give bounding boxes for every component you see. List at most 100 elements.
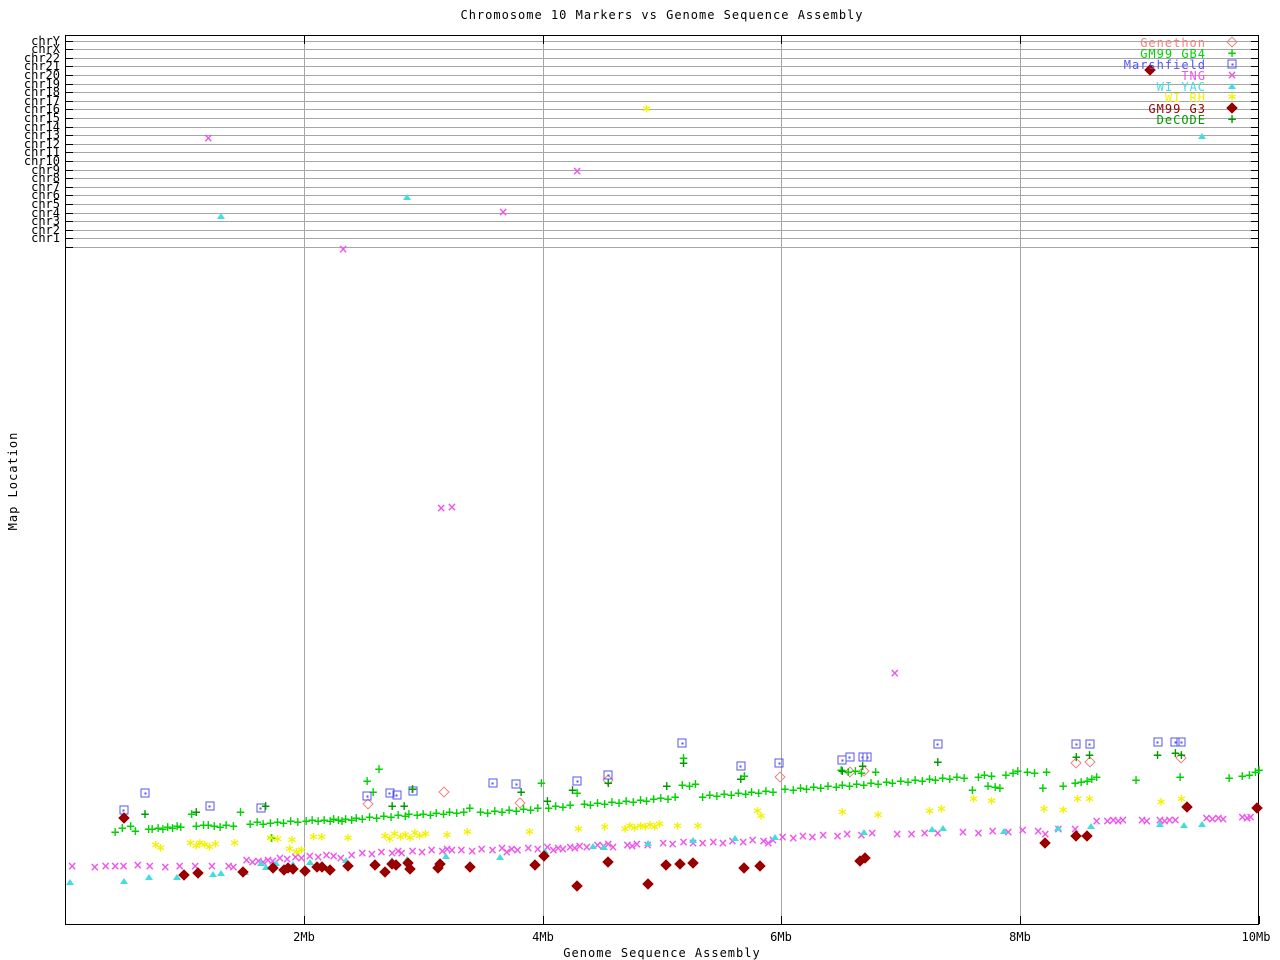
data-point xyxy=(736,761,746,771)
data-point: × xyxy=(607,840,619,854)
data-point: × xyxy=(132,858,143,872)
data-point: + xyxy=(532,801,543,815)
data-point xyxy=(933,739,943,749)
data-point: × xyxy=(498,205,509,219)
data-point: × xyxy=(1245,810,1256,824)
data-point xyxy=(217,870,226,876)
data-point: + xyxy=(1058,779,1069,793)
data-point: × xyxy=(747,833,758,847)
data-point: * xyxy=(297,842,306,862)
data-point: * xyxy=(1085,791,1094,811)
data-point xyxy=(1179,822,1188,828)
legend-label: DeCODE xyxy=(1156,113,1206,127)
data-point: × xyxy=(338,242,349,256)
data-point xyxy=(588,843,597,849)
data-point xyxy=(599,844,608,850)
data-point xyxy=(774,758,784,768)
x-tick-label: 2Mb xyxy=(293,930,315,944)
data-point xyxy=(1197,133,1206,139)
data-point: + xyxy=(690,777,701,791)
legend-symbol: + xyxy=(1226,112,1238,126)
data-point: × xyxy=(160,860,171,874)
data-point: * xyxy=(655,816,664,836)
data-point xyxy=(144,874,153,880)
data-point: * xyxy=(937,801,946,821)
x-tick-label: 6Mb xyxy=(770,930,792,944)
data-point: + xyxy=(1224,771,1235,785)
data-point: + xyxy=(767,785,779,799)
data-point: × xyxy=(144,859,155,873)
data-point: * xyxy=(673,818,682,838)
data-point: × xyxy=(892,827,903,841)
data-point: × xyxy=(832,829,843,843)
data-point: × xyxy=(1017,823,1028,837)
data-point: × xyxy=(973,826,984,840)
data-point: + xyxy=(1175,770,1186,784)
data-point: + xyxy=(603,776,614,790)
data-point: * xyxy=(838,804,847,824)
data-point: × xyxy=(206,859,217,873)
legend-symbol xyxy=(1228,83,1236,89)
data-point: * xyxy=(156,840,165,860)
data-point: + xyxy=(1152,748,1163,762)
legend-symbol: + xyxy=(1226,46,1238,60)
data-point: + xyxy=(542,794,553,808)
data-point xyxy=(140,788,150,798)
data-point: + xyxy=(1071,750,1082,764)
data-point xyxy=(488,778,497,788)
data-point: + xyxy=(565,798,576,812)
data-point: * xyxy=(925,803,934,823)
data-point: + xyxy=(1091,770,1102,784)
data-point xyxy=(1086,823,1095,829)
data-point: + xyxy=(464,801,475,815)
data-point: × xyxy=(426,843,437,857)
data-point: + xyxy=(387,799,398,813)
data-point: + xyxy=(661,779,672,793)
data-point xyxy=(689,837,697,843)
data-point: * xyxy=(574,821,583,841)
data-point: + xyxy=(1084,748,1095,762)
data-point: × xyxy=(1117,813,1128,827)
data-point: + xyxy=(191,805,202,819)
data-point: + xyxy=(1041,765,1052,779)
data-point: + xyxy=(235,805,246,819)
data-point: * xyxy=(343,830,353,850)
data-point: + xyxy=(735,772,746,786)
data-point: × xyxy=(957,825,968,839)
data-point: * xyxy=(309,829,318,849)
data-point xyxy=(845,752,854,762)
data-point: × xyxy=(818,828,829,842)
data-point: + xyxy=(516,785,527,799)
data-point: + xyxy=(678,756,689,770)
data-point: * xyxy=(693,818,702,838)
data-point: × xyxy=(572,164,583,178)
figure: Chromosome 10 Markers vs Genome Sequence… xyxy=(0,0,1280,960)
data-point xyxy=(217,213,226,219)
data-point: × xyxy=(89,860,100,874)
data-point: × xyxy=(889,666,900,680)
data-point xyxy=(1054,825,1063,831)
data-point: × xyxy=(118,859,129,873)
data-point xyxy=(1155,821,1164,827)
data-point: + xyxy=(670,790,681,804)
data-point: * xyxy=(317,829,326,849)
data-point: * xyxy=(442,827,452,847)
data-point xyxy=(859,829,868,835)
data-point: + xyxy=(959,771,970,785)
data-point: + xyxy=(139,807,151,821)
data-point: × xyxy=(708,835,719,849)
data-point xyxy=(677,738,687,748)
data-point: * xyxy=(211,836,220,856)
data-point xyxy=(1153,737,1162,747)
data-point: × xyxy=(667,837,678,851)
data-point: × xyxy=(203,131,214,145)
x-tick-bottom xyxy=(1259,916,1260,924)
data-point xyxy=(938,825,947,831)
data-point: + xyxy=(994,781,1005,795)
data-point: × xyxy=(416,845,428,859)
data-point: * xyxy=(600,819,609,839)
data-point: + xyxy=(130,824,141,838)
data-point xyxy=(209,871,218,877)
data-point: × xyxy=(1218,812,1229,826)
data-point: × xyxy=(456,843,467,857)
